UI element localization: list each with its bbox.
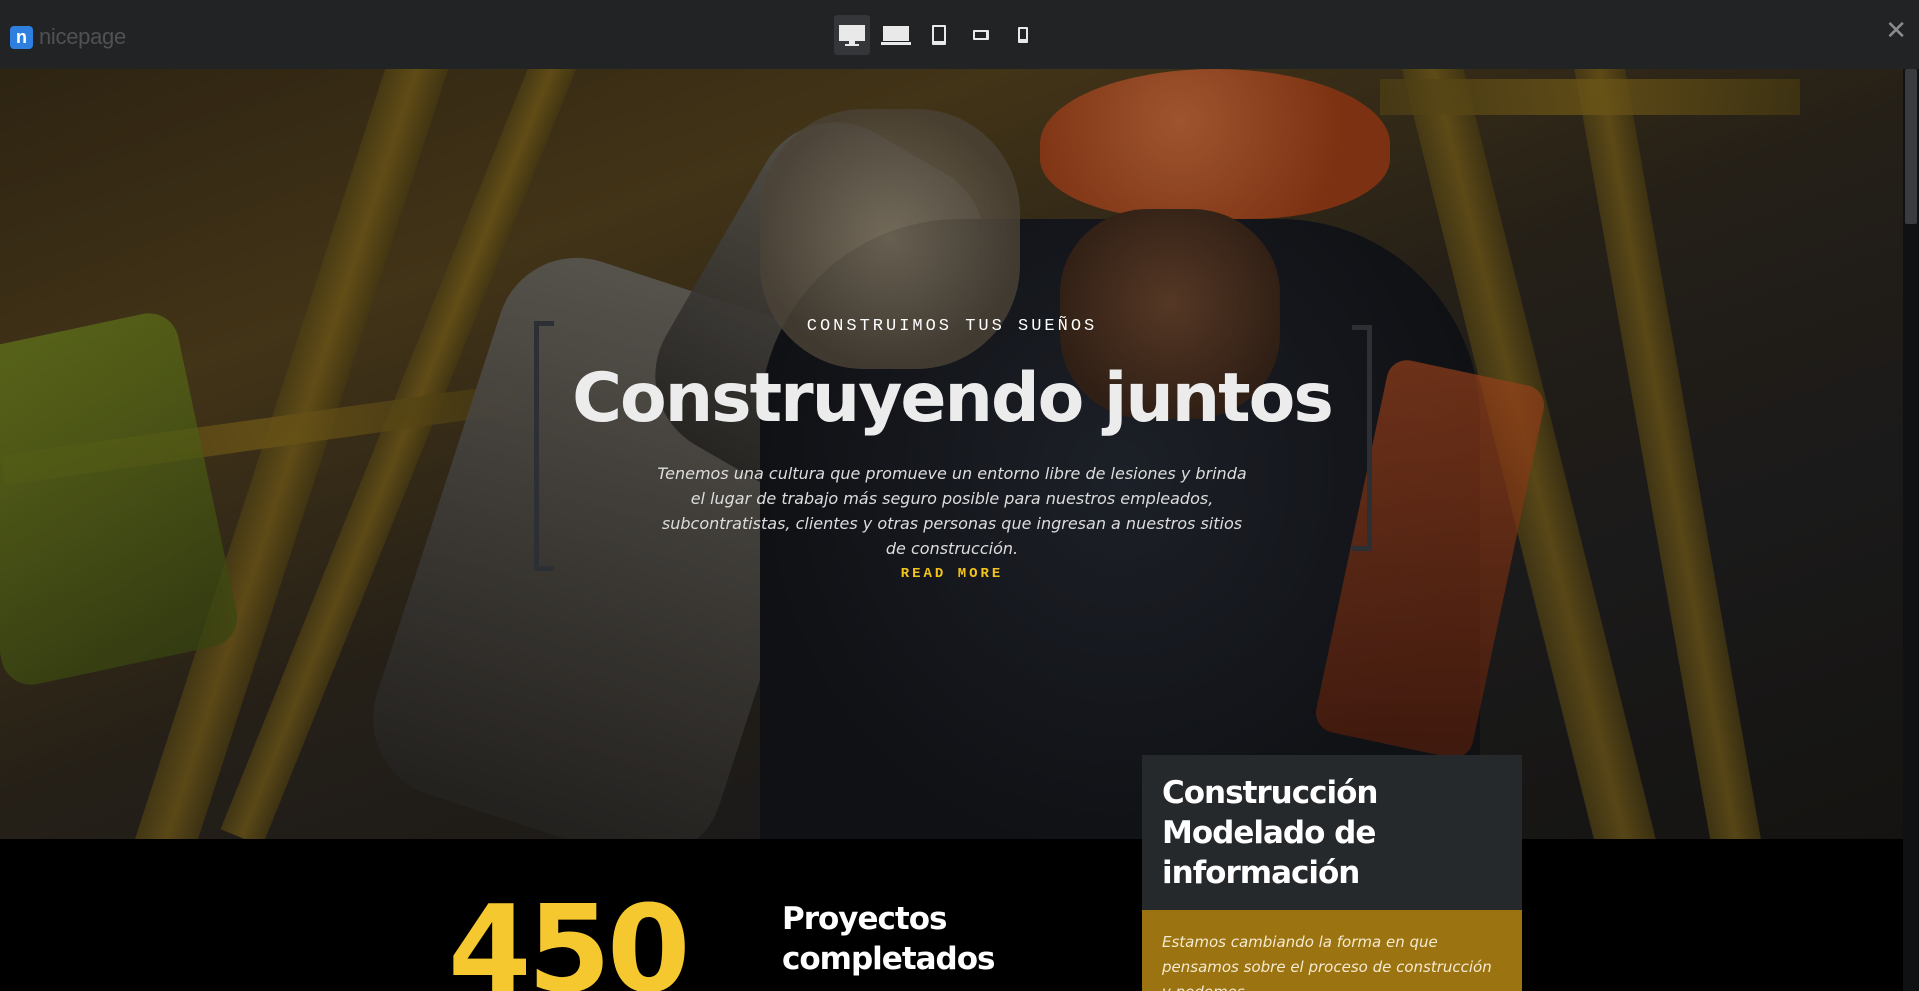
device-switcher: [834, 15, 1040, 55]
bim-card-text: Estamos cambiando la forma en que pensam…: [1162, 933, 1492, 991]
hero-bracket-right: [1352, 325, 1372, 551]
tablet-view-button[interactable]: [922, 15, 956, 55]
nicepage-logo[interactable]: n nicepage: [10, 24, 126, 50]
page-preview: CONSTRUIMOS TUS SUEÑOS Construyendo junt…: [0, 69, 1919, 991]
page-scrollbar[interactable]: [1903, 69, 1919, 991]
bim-card-title: Construcción Modelado de información: [1162, 775, 1379, 891]
desktop-icon: [839, 25, 865, 46]
logo-text: nicepage: [39, 24, 126, 49]
laptop-view-button[interactable]: [878, 15, 914, 55]
scrollbar-thumb[interactable]: [1905, 69, 1917, 224]
projects-label: Proyectos completados: [782, 901, 996, 977]
phone-landscape-view-button[interactable]: [964, 15, 998, 55]
hero-section: CONSTRUIMOS TUS SUEÑOS Construyendo junt…: [0, 69, 1903, 839]
hero-eyebrow: CONSTRUIMOS TUS SUEÑOS: [806, 317, 1098, 336]
preview-toolbar: n nicepage ✕: [0, 0, 1919, 69]
phone-landscape-icon: [973, 30, 989, 40]
phone-portrait-view-button[interactable]: [1006, 15, 1040, 55]
close-icon[interactable]: ✕: [1885, 16, 1907, 46]
tablet-icon: [932, 25, 946, 45]
bim-card: Construcción Modelado de información Est…: [1142, 755, 1522, 991]
nicepage-logo-icon: n: [10, 25, 33, 49]
hero-description: Tenemos una cultura que promueve un ento…: [657, 464, 1247, 558]
read-more-link[interactable]: READ MORE: [550, 566, 1354, 582]
laptop-icon: [881, 26, 911, 45]
projects-count: 450: [448, 881, 690, 991]
phone-portrait-icon: [1018, 27, 1028, 43]
hero-title: Construyendo juntos: [572, 359, 1334, 438]
desktop-view-button[interactable]: [834, 15, 870, 55]
